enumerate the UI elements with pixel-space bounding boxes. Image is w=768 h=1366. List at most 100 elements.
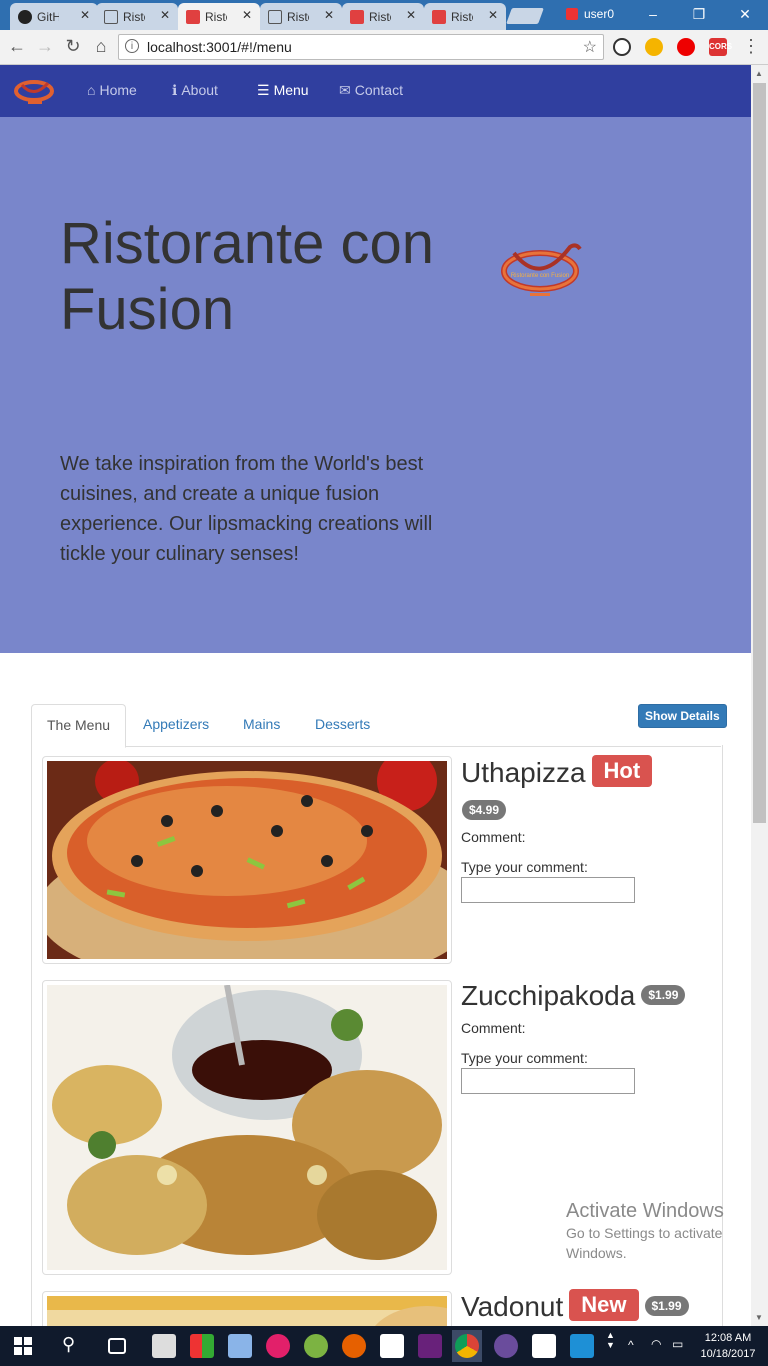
wifi-icon[interactable]: ◠ bbox=[651, 1337, 661, 1351]
browser-tab[interactable]: Risto ✕ bbox=[96, 3, 178, 30]
extension-icon[interactable] bbox=[613, 38, 631, 56]
reload-button[interactable]: ↻ bbox=[62, 36, 84, 57]
activate-windows-watermark: Activate Windows Go to Settings to activ… bbox=[566, 1200, 724, 1261]
tab-mains[interactable]: Mains bbox=[228, 704, 295, 745]
comment-prompt: Type your comment: bbox=[461, 1050, 588, 1066]
close-icon[interactable]: ✕ bbox=[488, 8, 498, 22]
camera-app-icon[interactable] bbox=[152, 1334, 176, 1358]
close-icon[interactable]: ✕ bbox=[324, 8, 334, 22]
forward-button[interactable]: → bbox=[34, 36, 56, 57]
remote-app-icon[interactable] bbox=[570, 1334, 594, 1358]
new-tab-button[interactable] bbox=[506, 8, 544, 24]
close-icon[interactable]: ✕ bbox=[160, 8, 170, 22]
jumbotron-text: We take inspiration from the World's bes… bbox=[60, 453, 433, 565]
android-studio-icon[interactable] bbox=[304, 1334, 328, 1358]
nav-about[interactable]: ℹ About bbox=[172, 82, 218, 99]
dish-thumbnail[interactable] bbox=[42, 980, 452, 1275]
clock[interactable]: 12:08 AM 10/18/2017 bbox=[700, 1330, 756, 1362]
windows-taskbar: ⚲ ▲ ▼ ^ ◠ ▭ 12:08 AM 10/18/2017 bbox=[0, 1326, 768, 1366]
dish-label-badge: New bbox=[569, 1289, 639, 1321]
scrollbar-thumb[interactable] bbox=[753, 83, 766, 823]
browser-tab[interactable]: Risto ✕ bbox=[424, 3, 506, 30]
tab-the-menu[interactable]: The Menu bbox=[31, 704, 127, 748]
show-hidden-icons[interactable]: ^ bbox=[628, 1338, 634, 1352]
restore-button[interactable]: ❐ bbox=[676, 2, 722, 28]
envelope-icon: ✉ bbox=[339, 82, 351, 98]
editor-app-icon[interactable] bbox=[380, 1334, 404, 1358]
comment-input[interactable] bbox=[461, 1068, 635, 1094]
home-icon: ⌂ bbox=[87, 82, 96, 98]
nav-home[interactable]: ⌂ Home bbox=[87, 82, 137, 98]
dish-name: Zucchipakoda bbox=[461, 980, 636, 1011]
tab-desserts[interactable]: Desserts bbox=[300, 704, 385, 745]
home-button[interactable]: ⌂ bbox=[90, 36, 112, 57]
clock-date: 10/18/2017 bbox=[700, 1348, 756, 1360]
clock-time: 12:08 AM bbox=[704, 1332, 752, 1344]
dish-label-badge: Hot bbox=[591, 755, 653, 787]
office-app-icon[interactable] bbox=[190, 1334, 214, 1358]
info-icon[interactable]: i bbox=[125, 39, 139, 53]
close-icon[interactable]: ✕ bbox=[80, 8, 90, 22]
pizza-image bbox=[37, 751, 477, 991]
dish-thumbnail[interactable] bbox=[37, 751, 477, 991]
flickr-app-icon[interactable] bbox=[266, 1334, 290, 1358]
ristorante-icon bbox=[432, 9, 446, 24]
opera-extension-icon[interactable] bbox=[677, 38, 695, 56]
comment-label: Comment: bbox=[461, 829, 526, 845]
close-icon[interactable]: ✕ bbox=[242, 8, 252, 22]
site-logo[interactable] bbox=[14, 77, 56, 107]
scroll-up-arrow[interactable]: ▲ bbox=[755, 69, 763, 78]
browser-tab-github[interactable]: GitH ✕ bbox=[10, 3, 98, 30]
snipping-tool-icon[interactable] bbox=[532, 1334, 556, 1358]
nav-contact[interactable]: ✉ Contact bbox=[339, 82, 403, 99]
show-details-button[interactable]: Show Details bbox=[638, 704, 727, 728]
browser-tab-strip: GitH ✕ Risto ✕ Risto ✕ Risto ✕ Risto ✕ R… bbox=[0, 0, 768, 30]
nav-menu[interactable]: ☰ Menu bbox=[257, 82, 309, 99]
browser-tab[interactable]: Risto ✕ bbox=[342, 3, 424, 30]
zucchipakoda-image bbox=[47, 984, 447, 1270]
windows-start-icon[interactable] bbox=[14, 1337, 32, 1355]
github-icon bbox=[18, 9, 32, 24]
profile-icon bbox=[566, 8, 578, 20]
task-view-icon[interactable] bbox=[108, 1338, 126, 1354]
info-icon: ℹ bbox=[172, 82, 178, 98]
tray-scroll-icon[interactable]: ▲ ▼ bbox=[606, 1330, 615, 1350]
bookmark-star-icon[interactable]: ☆ bbox=[583, 37, 597, 57]
site-navbar: ⌂ Home ℹ About ☰ Menu ✉ Contact bbox=[0, 65, 751, 118]
chrome-icon[interactable] bbox=[455, 1334, 479, 1358]
browser-toolbar: ← → ↻ ⌂ i localhost:3001/#!/menu ☆ CORS … bbox=[0, 30, 768, 65]
app-icon[interactable] bbox=[494, 1334, 518, 1358]
browser-tab-active[interactable]: Risto ✕ bbox=[178, 3, 260, 30]
page-scrollbar[interactable]: ▲ ▼ bbox=[751, 65, 768, 1326]
dish-price-row: $4.99 bbox=[456, 800, 507, 825]
cube-app-icon[interactable] bbox=[228, 1334, 252, 1358]
emoji-extension-icon[interactable] bbox=[645, 38, 663, 56]
page-viewport: ⌂ Home ℹ About ☰ Menu ✉ Contact Ristorante c… bbox=[0, 65, 751, 1326]
cors-extension-icon[interactable]: CORS bbox=[709, 38, 732, 56]
minimize-button[interactable]: – bbox=[630, 2, 676, 28]
jumbotron-title: Ristorante con Fusion bbox=[60, 211, 434, 342]
scroll-down-arrow[interactable]: ▼ bbox=[755, 1313, 763, 1322]
comment-input[interactable] bbox=[461, 877, 635, 903]
restaurant-logo: Ristorante con Fusion bbox=[501, 243, 582, 296]
firefox-icon[interactable] bbox=[342, 1334, 366, 1358]
search-icon[interactable]: ⚲ bbox=[62, 1334, 75, 1355]
dish-name-row: Zucchipakoda $1.99 bbox=[461, 980, 686, 1012]
vadonut-image bbox=[47, 1296, 479, 1326]
close-window-button[interactable]: ✕ bbox=[722, 2, 768, 28]
comment-prompt: Type your comment: bbox=[461, 859, 588, 875]
jumbotron: Ristorante con Fusion Ristorante con Fus… bbox=[0, 117, 751, 653]
address-bar[interactable]: i localhost:3001/#!/menu ☆ bbox=[118, 34, 604, 60]
dish-thumbnail[interactable] bbox=[42, 1291, 479, 1326]
browser-menu-icon[interactable]: ⋮ bbox=[740, 36, 762, 57]
browser-tab[interactable]: Risto ✕ bbox=[260, 3, 342, 30]
visual-studio-icon[interactable] bbox=[418, 1334, 442, 1358]
profile-button[interactable]: user0 bbox=[566, 7, 614, 21]
ristorante-icon bbox=[350, 9, 364, 24]
back-button[interactable]: ← bbox=[6, 36, 28, 57]
tab-appetizers[interactable]: Appetizers bbox=[128, 704, 224, 745]
dish-name-row: Uthapizza Hot bbox=[461, 755, 653, 789]
close-icon[interactable]: ✕ bbox=[406, 8, 416, 22]
battery-icon[interactable]: ▭ bbox=[672, 1337, 683, 1351]
page-icon bbox=[104, 9, 118, 24]
